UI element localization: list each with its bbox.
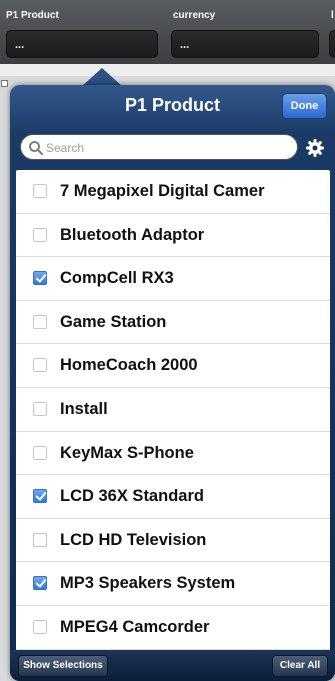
checkbox-checked[interactable] (33, 489, 47, 504)
list-item-label: MP3 Speakers System (60, 574, 236, 593)
bottom-toolbar: Show Selections Clear All (10, 650, 335, 681)
product-picker-popover: P1 Product Done 7 Megapixel Digital Came… (10, 85, 335, 681)
checkbox-checked[interactable] (33, 576, 47, 591)
list-item-label: KeyMax S-Phone (60, 443, 194, 462)
search-field[interactable] (20, 134, 298, 160)
filter-label-third: l (331, 10, 334, 21)
filter-bar: P1 Product ... currency ... l (0, 0, 335, 64)
product-list: 7 Megapixel Digital Camer Bluetooth Adapt… (16, 170, 330, 650)
list-item[interactable]: Game Station (16, 301, 330, 345)
list-item[interactable]: MPEG4 Camcorder (16, 606, 330, 650)
filter-label-product: P1 Product (6, 10, 59, 21)
filter-bar-underlay (0, 64, 335, 76)
list-item-label: LCD 36X Standard (60, 487, 204, 506)
list-item[interactable]: Bluetooth Adaptor (16, 214, 330, 258)
checkbox-unchecked[interactable] (33, 401, 47, 416)
checkbox-unchecked[interactable] (33, 358, 47, 373)
checkbox-unchecked[interactable] (33, 227, 47, 242)
checkbox-unchecked[interactable] (33, 619, 47, 634)
popover-arrow (82, 68, 122, 86)
checkbox-unchecked[interactable] (33, 532, 47, 547)
done-button[interactable]: Done (282, 93, 327, 119)
list-item-label: 7 Megapixel Digital Camer (60, 182, 265, 200)
show-selections-button[interactable]: Show Selections (18, 655, 108, 677)
filter-field-currency[interactable]: ... (171, 30, 319, 58)
clear-all-button[interactable]: Clear All (272, 655, 328, 677)
list-item-label: Install (60, 399, 108, 418)
checkbox-unchecked[interactable] (33, 314, 47, 329)
checkbox-unchecked[interactable] (33, 184, 47, 198)
search-input[interactable] (46, 139, 286, 157)
list-item-label: CompCell RX3 (60, 269, 174, 288)
list-item[interactable]: LCD HD Television (16, 519, 330, 563)
list-item[interactable]: LCD 36X Standard (16, 475, 330, 519)
list-item-label: HomeCoach 2000 (60, 356, 198, 375)
checkbox-checked[interactable] (33, 271, 47, 286)
list-item-label: Bluetooth Adaptor (60, 225, 205, 244)
checkbox-unchecked[interactable] (33, 445, 47, 460)
list-item-label: LCD HD Television (60, 530, 207, 549)
filter-field-product[interactable]: ... (6, 30, 158, 58)
list-item[interactable]: Install (16, 388, 330, 432)
row-marker (1, 80, 8, 87)
list-item[interactable]: MP3 Speakers System (16, 562, 330, 606)
gear-icon[interactable] (304, 137, 326, 159)
filter-field-third[interactable] (329, 30, 335, 58)
filter-label-currency: currency (173, 10, 216, 21)
list-item-label: MPEG4 Camcorder (60, 617, 210, 636)
list-item-label: Game Station (60, 312, 167, 331)
list-item[interactable]: 7 Megapixel Digital Camer (16, 170, 330, 214)
list-item[interactable]: HomeCoach 2000 (16, 344, 330, 388)
search-icon (29, 141, 43, 155)
list-item[interactable]: CompCell RX3 (16, 257, 330, 301)
list-item[interactable]: KeyMax S-Phone (16, 432, 330, 476)
